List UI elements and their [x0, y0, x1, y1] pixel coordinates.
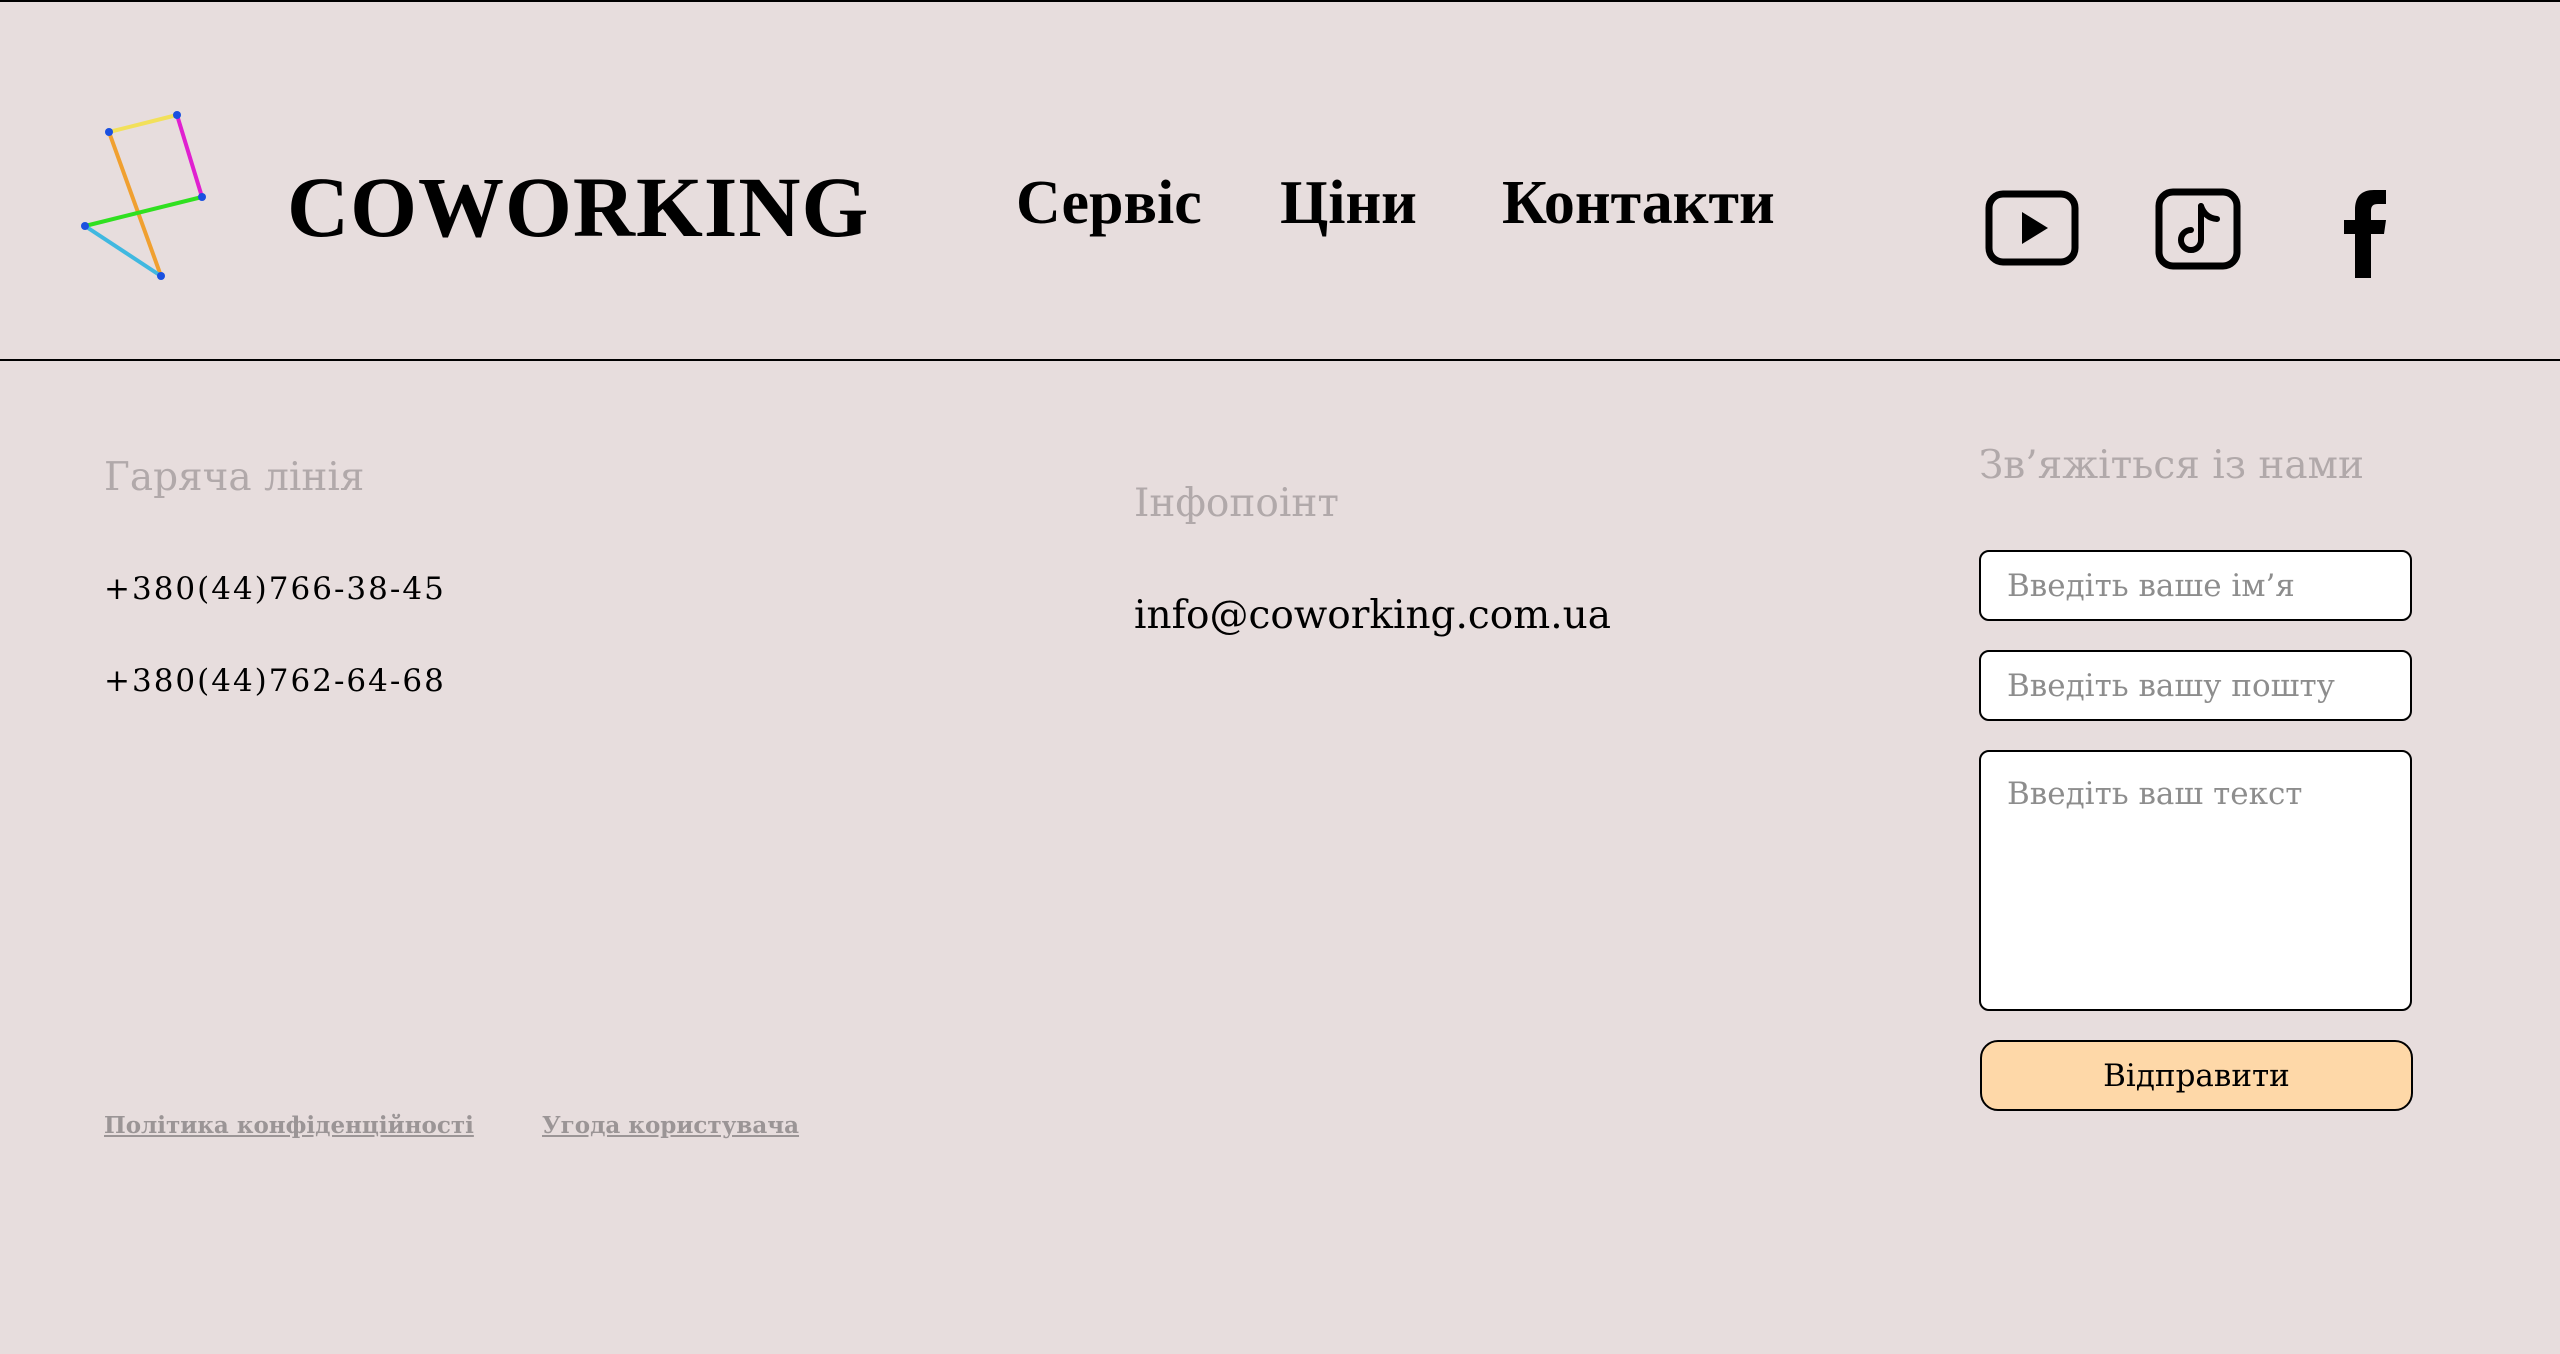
hotline-title: Гаряча лінія — [104, 455, 365, 500]
facebook-icon[interactable] — [2342, 188, 2388, 278]
privacy-policy-link[interactable]: Політика конфіденційності — [104, 1114, 474, 1137]
submit-button[interactable]: Відправити — [1980, 1040, 2413, 1111]
phone-link[interactable]: +380(44)762-64-68 — [104, 666, 446, 697]
email-input[interactable] — [1979, 650, 2412, 721]
brand-title[interactable]: COWORKING — [287, 164, 869, 250]
logo-icon[interactable] — [78, 110, 212, 282]
tiktok-icon[interactable] — [2155, 188, 2241, 270]
contact-form-title: Зв’яжіться із нами — [1979, 443, 2364, 488]
site-header: COWORKING Сервіс Ціни Контакти — [0, 2, 2560, 361]
user-agreement-link[interactable]: Угода користувача — [542, 1114, 799, 1137]
infopoint-title: Інфопоінт — [1134, 481, 1339, 526]
message-textarea[interactable] — [1979, 750, 2412, 1011]
youtube-icon[interactable] — [1985, 190, 2079, 266]
nav-contacts[interactable]: Контакти — [1502, 172, 1775, 234]
nav-service[interactable]: Сервіс — [1016, 172, 1202, 234]
email-link[interactable]: info@coworking.com.ua — [1134, 596, 1611, 635]
phone-link[interactable]: +380(44)766-38-45 — [104, 574, 446, 605]
nav-prices[interactable]: Ціни — [1280, 172, 1417, 234]
name-input[interactable] — [1979, 550, 2412, 621]
